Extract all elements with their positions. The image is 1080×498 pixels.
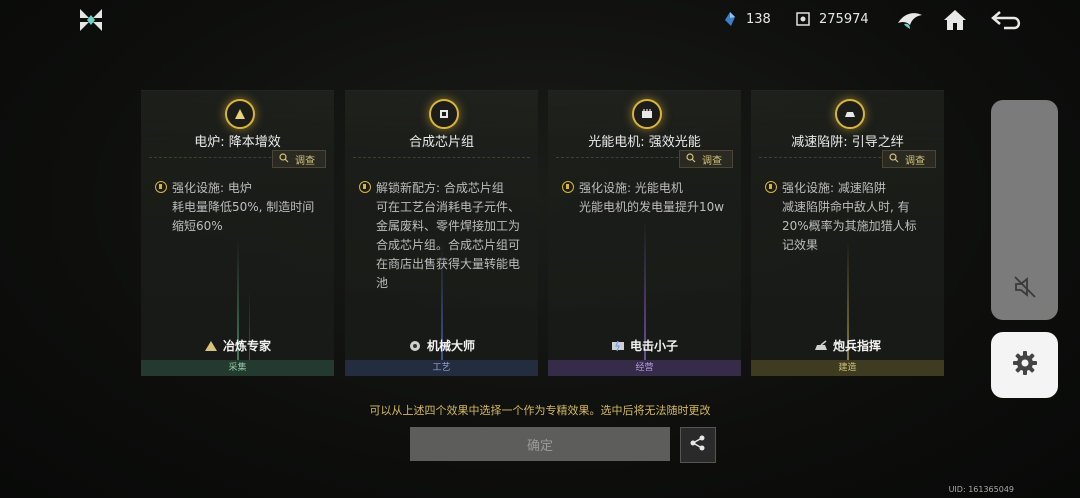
shock-role-icon bbox=[611, 339, 626, 352]
desc-line: 记效果 bbox=[782, 238, 819, 252]
energy-value: 138 bbox=[746, 11, 771, 27]
desc-line: 金属废料、零件焊接加工为 bbox=[376, 219, 521, 233]
desc-line: 在商店出售获得大量转能电 bbox=[376, 257, 521, 271]
top-bar: 138 275974 bbox=[0, 0, 1080, 44]
smelting-emblem-icon bbox=[224, 99, 255, 129]
category-tag: 工艺 bbox=[345, 360, 538, 376]
desc-line: 强化设施: 光能电机 bbox=[579, 181, 683, 195]
energy-resource: 138 bbox=[722, 11, 771, 27]
confirm-button[interactable]: 确定 bbox=[410, 427, 670, 461]
mute-icon[interactable] bbox=[1012, 274, 1038, 300]
unlock-bullet-icon bbox=[359, 181, 371, 193]
role-label: 电击小子 bbox=[548, 337, 741, 354]
settings-button[interactable] bbox=[991, 332, 1058, 398]
desc-line: 解锁新配方: 合成芯片组 bbox=[376, 181, 504, 195]
card-solar-motor[interactable]: 光能电机: 强效光能 调查 强化设施: 光能电机 光能电机的发电量提升10w 电… bbox=[548, 90, 741, 376]
card-electric-furnace[interactable]: 电炉: 降本增效 调查 强化设施: 电炉 耗电量降低50%, 制造时间 缩短60… bbox=[141, 90, 334, 376]
bird-emblem-icon[interactable] bbox=[896, 6, 924, 34]
inspect-button[interactable]: 调查 bbox=[272, 150, 326, 168]
desc-line: 减速陷阱命中敌人时, 有 bbox=[782, 200, 910, 214]
volume-panel[interactable] bbox=[991, 100, 1058, 320]
share-icon bbox=[689, 434, 707, 456]
trap-emblem-icon bbox=[834, 99, 865, 129]
magnifier-icon bbox=[279, 152, 289, 166]
role-name: 冶炼专家 bbox=[222, 339, 271, 353]
card-description: 强化设施: 光能电机 光能电机的发电量提升10w bbox=[562, 179, 731, 217]
desc-line: 耗电量降低50%, 制造时间 bbox=[172, 200, 315, 214]
role-name: 机械大师 bbox=[426, 339, 475, 353]
user-id: UID: 161365049 bbox=[948, 485, 1014, 494]
role-label: 机械大师 bbox=[345, 337, 538, 354]
inspect-button[interactable]: 调查 bbox=[679, 150, 733, 168]
card-description: 解锁新配方: 合成芯片组 可在工艺台消耗电子元件、 金属废料、零件焊接加工为 合… bbox=[359, 179, 528, 293]
selection-notice: 可以从上述四个效果中选择一个作为专精效果。选中后将无法随时更改 bbox=[369, 404, 711, 417]
role-label: 炮兵指挥 bbox=[751, 337, 944, 354]
card-description: 强化设施: 电炉 耗电量降低50%, 制造时间 缩短60% bbox=[155, 179, 324, 236]
desc-line: 合成芯片组。合成芯片组可 bbox=[376, 238, 521, 252]
desc-line: 池 bbox=[376, 276, 389, 290]
category-tag: 采集 bbox=[141, 360, 334, 376]
card-title: 减速陷阱: 引导之绊 bbox=[791, 135, 904, 150]
category-tag: 建造 bbox=[751, 360, 944, 376]
magnifier-icon bbox=[686, 152, 696, 166]
magnifier-icon bbox=[889, 152, 899, 166]
upgrade-bullet-icon bbox=[765, 181, 777, 193]
upgrade-bullet-icon bbox=[562, 181, 574, 193]
inspect-label: 调查 bbox=[702, 155, 722, 167]
inspect-label: 调查 bbox=[295, 155, 315, 167]
inspect-button[interactable]: 调查 bbox=[882, 150, 936, 168]
desc-line: 20%概率为其施加猎人标 bbox=[782, 219, 917, 233]
role-label: 冶炼专家 bbox=[141, 337, 334, 354]
card-title: 光能电机: 强效光能 bbox=[588, 135, 701, 150]
card-title: 电炉: 降本增效 bbox=[194, 135, 281, 150]
gear-icon bbox=[1011, 349, 1039, 381]
artillery-role-icon bbox=[814, 339, 829, 352]
specialization-cards: 电炉: 降本增效 调查 强化设施: 电炉 耗电量降低50%, 制造时间 缩短60… bbox=[141, 90, 944, 376]
back-arrow-icon[interactable] bbox=[990, 6, 1024, 34]
share-button[interactable] bbox=[680, 427, 716, 463]
role-name: 电击小子 bbox=[629, 339, 678, 353]
desc-line: 光能电机的发电量提升10w bbox=[579, 200, 725, 214]
mechanic-role-icon bbox=[408, 339, 423, 352]
card-description: 强化设施: 减速陷阱 减速陷阱命中敌人时, 有 20%概率为其施加猎人标 记效果 bbox=[765, 179, 934, 255]
home-icon[interactable] bbox=[941, 6, 969, 34]
role-name: 炮兵指挥 bbox=[832, 339, 881, 353]
currency-value: 275974 bbox=[819, 11, 869, 27]
card-synthetic-chipset[interactable]: 合成芯片组 解锁新配方: 合成芯片组 可在工艺台消耗电子元件、 金属废料、零件焊… bbox=[345, 90, 538, 376]
currency-resource: 275974 bbox=[795, 11, 869, 27]
divider bbox=[353, 157, 530, 158]
upgrade-bullet-icon bbox=[155, 181, 167, 193]
card-title: 合成芯片组 bbox=[408, 135, 474, 150]
motor-emblem-icon bbox=[631, 99, 662, 129]
inspect-label: 调查 bbox=[905, 155, 925, 167]
category-tag: 经营 bbox=[548, 360, 741, 376]
game-logo-icon[interactable] bbox=[78, 7, 104, 33]
desc-line: 缩短60% bbox=[172, 219, 223, 233]
desc-line: 强化设施: 减速陷阱 bbox=[782, 181, 886, 195]
energy-crystal-icon bbox=[722, 11, 738, 27]
card-slow-trap[interactable]: 减速陷阱: 引导之绊 调查 强化设施: 减速陷阱 减速陷阱命中敌人时, 有 20… bbox=[751, 90, 944, 376]
desc-line: 强化设施: 电炉 bbox=[172, 181, 252, 195]
currency-icon bbox=[795, 11, 811, 27]
desc-line: 可在工艺台消耗电子元件、 bbox=[376, 200, 521, 214]
smelter-role-icon bbox=[204, 339, 219, 352]
chip-emblem-icon bbox=[428, 99, 459, 129]
